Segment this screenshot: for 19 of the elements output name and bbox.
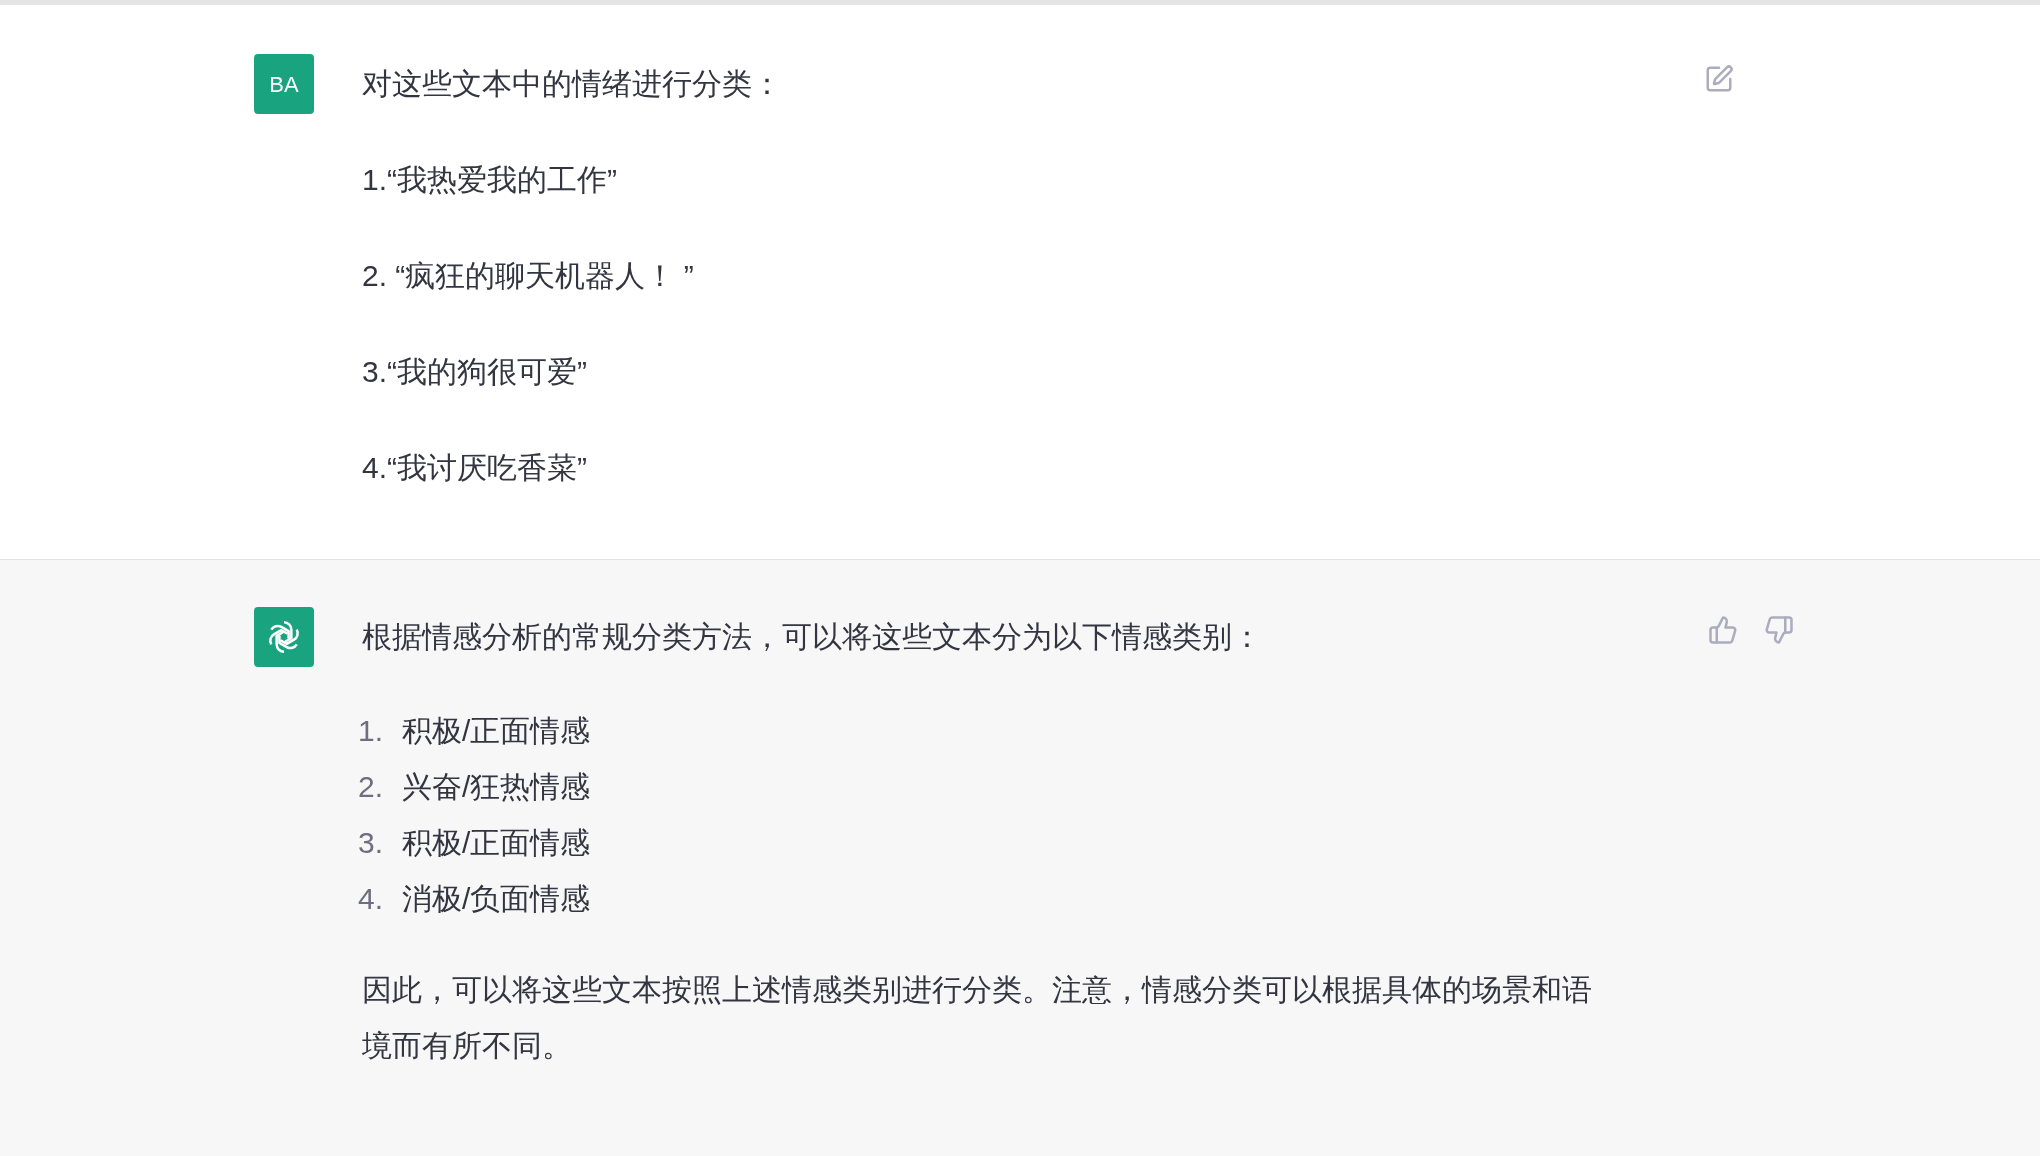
list-number: 2. (358, 769, 385, 805)
list-item-text: 积极/正面情感 (402, 825, 591, 861)
message-text: 4.“我讨厌吃香菜” (362, 450, 588, 486)
message-text: 2. “疯狂的聊天机器人！ ” (362, 258, 695, 294)
message-text: 根据情感分析的常规分类方法，可以将这些文本分为以下情感类别： (362, 619, 1263, 655)
message-text: 因此，可以将这些文本按照上述情感类别进行分类。注意，情感分类可以根据具体的场景和语境而有所不同。 (362, 972, 1593, 1064)
list-number: 4. (358, 881, 385, 917)
edit-icon[interactable] (1704, 64, 1734, 94)
list-item-text: 兴奋/狂热情感 (402, 769, 591, 805)
list-number: 1. (358, 713, 385, 749)
thumbs-up-icon[interactable] (1708, 615, 1738, 645)
thumbs-down-icon[interactable] (1764, 615, 1794, 645)
user-avatar: BA (254, 54, 314, 114)
list-number: 3. (358, 825, 385, 861)
message-text: 1.“我热爱我的工作” (362, 162, 618, 198)
message-text: 对这些文本中的情绪进行分类： (362, 66, 783, 102)
message-text: 3.“我的狗很可爱” (362, 354, 588, 390)
list-item-text: 积极/正面情感 (402, 713, 591, 749)
list-item-text: 消极/负面情感 (402, 881, 591, 917)
